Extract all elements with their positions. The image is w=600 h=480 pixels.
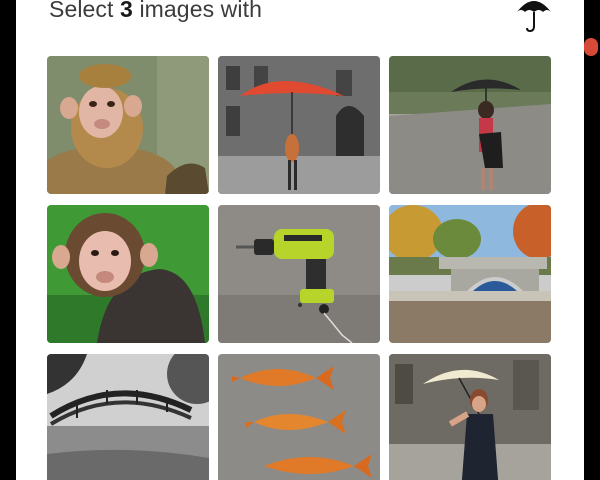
arched-footbridge-image	[47, 354, 209, 480]
umbrella-icon	[517, 1, 551, 33]
cordless-drill-image	[218, 205, 380, 343]
challenge-prompt: Select 3 images with	[49, 0, 262, 23]
red-umbrella-image	[218, 56, 380, 194]
monkey-image	[47, 56, 209, 194]
prompt-text-after: images with	[139, 0, 262, 22]
goldfish-image	[218, 354, 380, 480]
white-umbrella-image	[389, 354, 551, 480]
prompt-count: 3	[120, 0, 133, 22]
image-tile-3[interactable]	[389, 56, 551, 194]
captcha-challenge-card: Select 3 images with	[16, 0, 584, 480]
black-umbrella-image	[389, 56, 551, 194]
side-indicator-dot	[584, 38, 598, 56]
image-tile-2[interactable]	[218, 56, 380, 194]
bridge-over-river-image	[389, 205, 551, 343]
image-tile-7[interactable]	[47, 354, 209, 480]
monkey-image	[47, 205, 209, 343]
image-tile-4[interactable]	[47, 205, 209, 343]
image-tile-6[interactable]	[389, 205, 551, 343]
image-tile-1[interactable]	[47, 56, 209, 194]
image-tile-5[interactable]	[218, 205, 380, 343]
image-tile-9[interactable]	[389, 354, 551, 480]
prompt-text-before: Select	[49, 0, 114, 22]
image-tile-8[interactable]	[218, 354, 380, 480]
